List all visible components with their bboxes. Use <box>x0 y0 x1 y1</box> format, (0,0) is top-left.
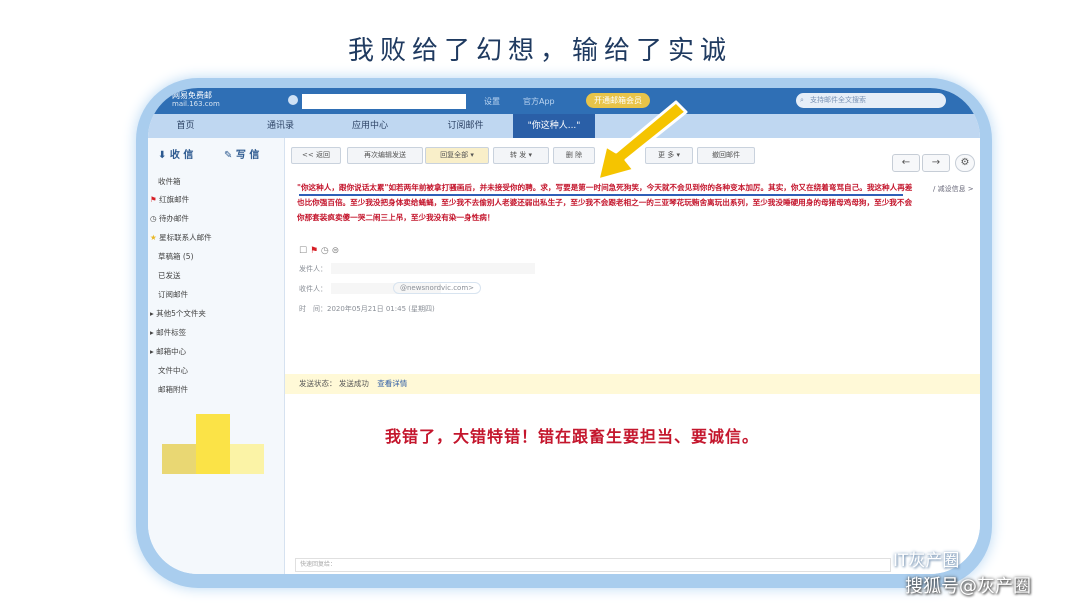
folder-others[interactable]: ▸ 其他5个文件夹 <box>150 308 206 319</box>
folder-tags-label: 邮件标签 <box>156 328 187 337</box>
receive-label: 收 信 <box>169 150 194 161</box>
forward-button[interactable]: 转 发 ▾ <box>493 147 549 164</box>
quick-reply-input[interactable]: 快速回复给： <box>295 558 891 572</box>
red-flag-icon[interactable]: ⚑ <box>310 246 318 256</box>
tab-app-center[interactable]: 应用中心 <box>330 114 410 138</box>
smiley-icon <box>288 95 298 105</box>
receive-button[interactable]: ⬇ 收 信 <box>158 146 193 161</box>
sidebar: ⬇ 收 信 ✎ 写 信 收件箱 ⚑ 红旗邮件 ◷ 待办邮件 ★ 星标联系人邮件 … <box>148 138 285 574</box>
mail-search-placeholder: 支持邮件全文搜索 <box>810 96 866 104</box>
folder-starred[interactable]: ★ 星标联系人邮件 <box>150 232 212 243</box>
write-button[interactable]: ✎ 写 信 <box>224 146 259 161</box>
chevron-down-icon: ▾ <box>528 151 532 159</box>
folder-subscribed[interactable]: 订阅邮件 <box>158 289 188 300</box>
write-label: 写 信 <box>235 150 260 161</box>
mail-action-icons: ☐ ⚑ ◷ ⊜ <box>299 246 339 256</box>
folder-inbox[interactable]: 收件箱 <box>158 176 181 187</box>
arrow-right-icon: → <box>931 157 941 168</box>
clock-icon: ◷ <box>150 214 157 223</box>
page-caption: 我败给了幻想，输给了实诚 <box>347 36 732 66</box>
folder-starred-label: 星标联系人邮件 <box>159 233 212 242</box>
folder-todo-label: 待办邮件 <box>158 214 189 223</box>
settings-button[interactable]: ⚙ <box>955 154 975 172</box>
tag-icon[interactable]: ⊜ <box>332 246 340 256</box>
inbox-icon: ⬇ <box>158 150 167 161</box>
forward-label: 转 发 <box>510 151 527 159</box>
status-label: 发送状态： <box>299 379 337 388</box>
pixelated-ad-block <box>162 444 196 474</box>
top-search-input[interactable] <box>302 94 466 109</box>
clock-icon[interactable]: ◷ <box>321 246 329 256</box>
folder-flagged[interactable]: ⚑ 红旗邮件 <box>150 194 189 205</box>
mail-read-pane: << 返回 再次编辑发送 回复全部 ▾ 转 发 ▾ 删 除 更 多 ▾ 撤回邮件… <box>285 138 980 574</box>
red-flag-icon: ⚑ <box>150 195 157 204</box>
tab-bar: 首页 通讯录 应用中心 订阅邮件 "你这种人..." <box>148 114 980 138</box>
arrow-left-icon: ← <box>901 157 911 168</box>
compose-icon: ✎ <box>224 150 233 161</box>
folder-tags[interactable]: ▸ 邮件标签 <box>150 327 186 338</box>
chevron-down-icon: ▾ <box>470 151 474 159</box>
watermark-primary: IT灰产圈 <box>893 551 960 571</box>
detail-info-link[interactable]: / 减设信息 > <box>933 184 974 194</box>
folder-mail-center-label: 邮箱中心 <box>156 347 187 356</box>
status-value: 发送成功 <box>338 379 369 388</box>
folder-drafts[interactable]: 草稿箱 (5) <box>158 251 194 262</box>
from-label: 发件人： <box>299 265 327 273</box>
to-address[interactable]: @newsnordvic.com> <box>393 282 482 294</box>
from-value-redacted <box>331 263 535 274</box>
send-status-bar: 发送状态： 发送成功 查看详情 <box>285 374 980 394</box>
search-icon: ⌕ <box>800 96 804 104</box>
top-bar: 网易免费邮 mail.163.com 设置 官方App 开通邮箱会员 ⌕ 支持邮… <box>148 88 980 114</box>
subject-underline <box>299 194 903 196</box>
mail-search-input[interactable]: ⌕ 支持邮件全文搜索 <box>796 93 946 108</box>
folder-files[interactable]: 文件中心 <box>158 365 188 376</box>
resend-button[interactable]: 再次编辑发送 <box>347 147 423 164</box>
expand-icon: ▸ <box>150 328 154 337</box>
status-detail-link[interactable]: 查看详情 <box>377 379 407 388</box>
mail-window: 网易免费邮 mail.163.com 设置 官方App 开通邮箱会员 ⌕ 支持邮… <box>148 88 980 574</box>
settings-link[interactable]: 设置 <box>484 96 500 107</box>
watermark-secondary: 搜狐号@灰产圈 <box>905 576 1031 597</box>
to-label: 收件人： <box>299 285 327 293</box>
folder-flagged-label: 红旗邮件 <box>159 195 190 204</box>
gear-icon: ⚙ <box>960 157 970 168</box>
arrow-annotation <box>596 100 688 182</box>
tab-contacts[interactable]: 通讯录 <box>243 114 318 138</box>
pixelated-ad-block <box>230 444 264 474</box>
reply-all-button[interactable]: 回复全部 ▾ <box>425 147 489 164</box>
back-button[interactable]: << 返回 <box>291 147 341 164</box>
prev-mail-button[interactable]: ← <box>892 154 920 172</box>
reply-all-label: 回复全部 <box>440 151 469 159</box>
bookmark-icon[interactable]: ☐ <box>299 246 307 256</box>
logo-domain: mail.163.com <box>172 100 220 108</box>
pixelated-ad-block <box>196 414 230 474</box>
expand-icon: ▸ <box>150 347 154 356</box>
tab-home[interactable]: 首页 <box>148 114 223 138</box>
folder-mail-center[interactable]: ▸ 邮箱中心 <box>150 346 186 357</box>
next-mail-button[interactable]: → <box>922 154 950 172</box>
star-icon: ★ <box>150 233 157 242</box>
expand-icon: ▸ <box>150 309 154 318</box>
logo-title: 网易免费邮 <box>172 91 212 100</box>
app-link[interactable]: 官方App <box>523 96 555 107</box>
folder-sent[interactable]: 已发送 <box>158 270 181 281</box>
mail-logo[interactable]: 网易免费邮 mail.163.com <box>172 91 220 109</box>
recall-button[interactable]: 撤回邮件 <box>697 147 755 164</box>
folder-others-label: 其他5个文件夹 <box>156 309 206 318</box>
folder-todo[interactable]: ◷ 待办邮件 <box>150 213 189 224</box>
folder-attachments[interactable]: 邮箱附件 <box>158 384 188 395</box>
tab-subscriptions[interactable]: 订阅邮件 <box>423 114 508 138</box>
mail-body: 我错了，大错特错！错在跟畜生要担当、要诚信。 <box>385 427 760 446</box>
time-line: 时 间：2020年05月21日 01:45 (星期四) <box>299 305 435 313</box>
